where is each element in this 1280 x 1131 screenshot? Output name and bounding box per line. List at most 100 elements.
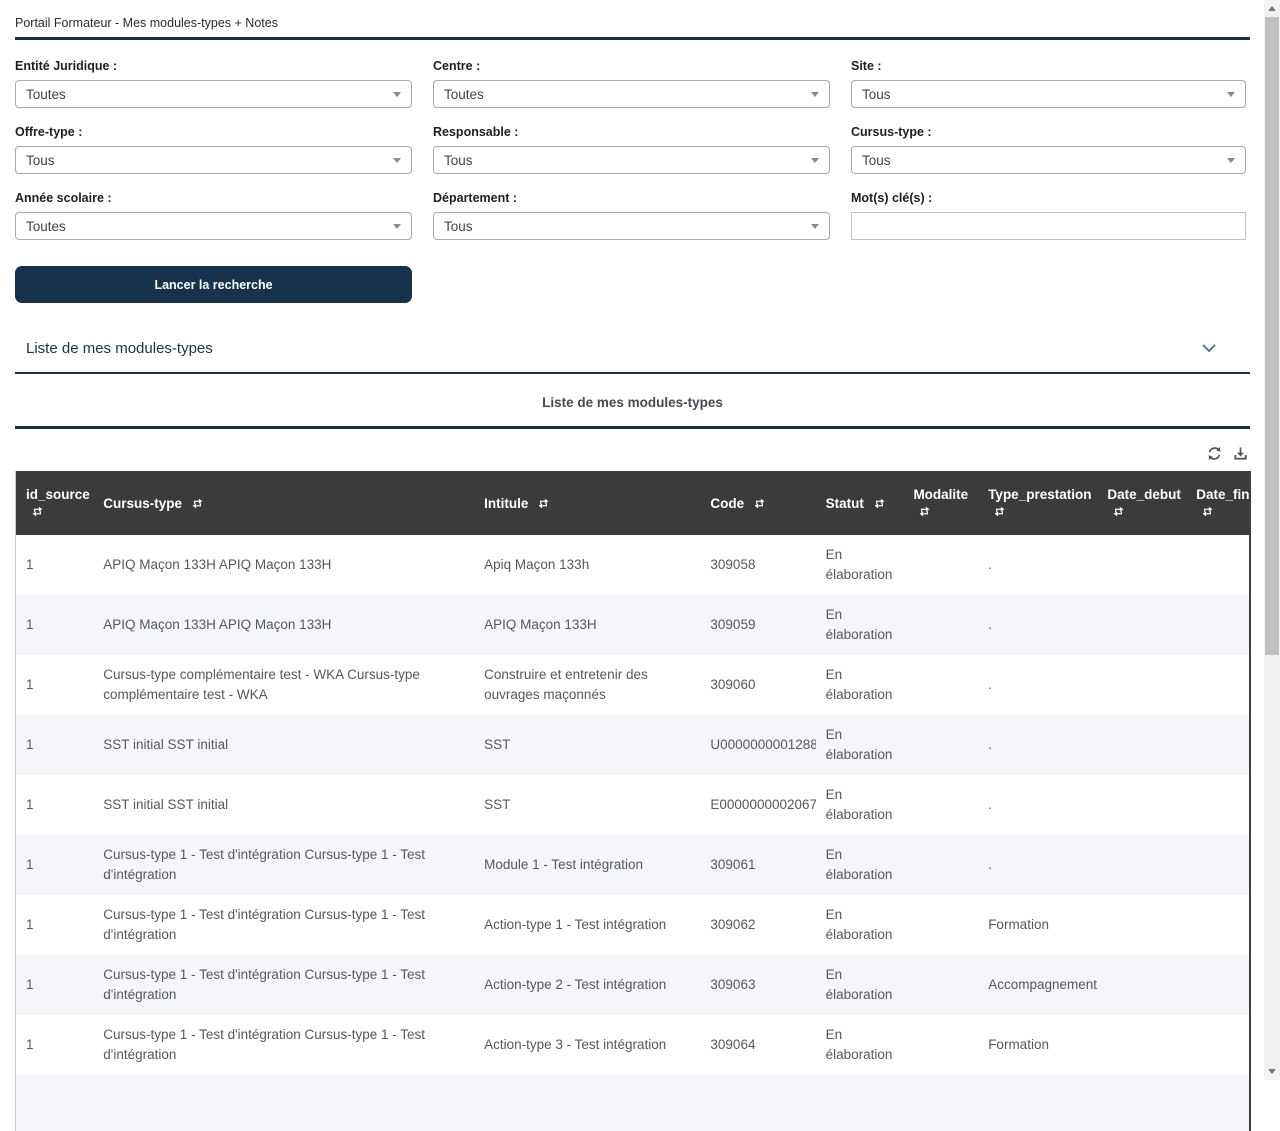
cell-modalite <box>903 775 978 835</box>
cell-id_source: 1 <box>16 775 94 835</box>
column-header-code[interactable]: Code <box>700 471 815 535</box>
filter-label: Responsable : <box>433 125 830 139</box>
cell-modalite <box>903 655 978 715</box>
cell-type_prestation: . <box>978 715 1097 775</box>
sort-icon <box>1113 506 1124 517</box>
column-header-cursus_type[interactable]: Cursus-type <box>93 471 474 535</box>
select-value: Toutes <box>26 219 66 234</box>
cell-code: 309064 <box>700 1015 815 1075</box>
cell-intitule: Module 1 - Test intégration <box>474 835 700 895</box>
cell-modalite <box>903 895 978 955</box>
chevron-down-icon <box>811 224 819 229</box>
filter-field-mots-cles: Mot(s) clé(s) : <box>851 191 1246 240</box>
chevron-down-icon[interactable] <box>1202 344 1216 353</box>
collapse-header[interactable]: Liste de mes modules-types <box>15 340 1250 374</box>
column-header-date_debut[interactable]: Date_debut <box>1097 471 1186 535</box>
select-value: Toutes <box>26 87 66 102</box>
cell-type_prestation: Accompagnement <box>978 955 1097 1015</box>
cell-cursus_type: APIQ Maçon 133H APIQ Maçon 133H <box>93 535 474 595</box>
entite-juridique-select[interactable]: Toutes <box>15 80 412 108</box>
cell-code: 309061 <box>700 835 815 895</box>
cell-date_fin <box>1186 835 1250 895</box>
download-icon <box>1233 446 1248 461</box>
cell-modalite <box>903 835 978 895</box>
select-value: Tous <box>444 219 473 234</box>
cell-code: 309059 <box>700 595 815 655</box>
cell-statut: En élaboration <box>816 595 904 655</box>
cell-id_source: 1 <box>16 1015 94 1075</box>
table-title-divider <box>15 426 1250 429</box>
filter-label: Entité Juridique : <box>15 59 412 73</box>
column-label: Code <box>710 496 748 511</box>
select-value: Tous <box>862 87 891 102</box>
table-body: 1 APIQ Maçon 133H APIQ Maçon 133HApiq Maç… <box>16 535 1251 1075</box>
column-label: Modalite <box>913 487 968 502</box>
chevron-down-icon <box>1227 158 1235 163</box>
sort-icon <box>1202 506 1213 517</box>
triangle-up-icon <box>1268 6 1276 11</box>
filter-field-entite-juridique: Entité Juridique : Toutes <box>15 59 412 108</box>
column-label: Date_debut <box>1107 487 1181 502</box>
table-row[interactable]: 1SST initial SST initialSSTE000000000206… <box>16 775 1251 835</box>
column-header-intitule[interactable]: Intitule <box>474 471 700 535</box>
cell-type_prestation: Formation <box>978 895 1097 955</box>
cell-cursus_type: Cursus-type 1 - Test d'intégration Cursu… <box>93 1015 474 1075</box>
annee-scolaire-select[interactable]: Toutes <box>15 212 412 240</box>
table-row[interactable]: 1APIQ Maçon 133H APIQ Maçon 133HAPIQ Maç… <box>16 595 1251 655</box>
cell-statut: En élaboration <box>816 655 904 715</box>
table-row[interactable]: 1Cursus-type 1 - Test d'intégration Curs… <box>16 955 1251 1015</box>
cell-date_debut <box>1097 955 1186 1015</box>
site-select[interactable]: Tous <box>851 80 1246 108</box>
table-row-partial <box>15 1075 1251 1131</box>
scrollbar-thumb[interactable] <box>1265 17 1279 655</box>
cell-type_prestation: . <box>978 655 1097 715</box>
table-row[interactable]: 1Cursus-type 1 - Test d'intégration Curs… <box>16 895 1251 955</box>
cell-intitule: SST <box>474 715 700 775</box>
vertical-scrollbar[interactable] <box>1264 0 1280 1080</box>
sort-icon <box>994 506 1005 517</box>
column-header-type_prestation[interactable]: Type_prestation <box>978 471 1097 535</box>
cell-date_fin <box>1186 715 1250 775</box>
modules-table: id_source Cursus-type Intitule Code Stat… <box>15 471 1251 1075</box>
filter-field-offre-type: Offre-type : Tous <box>15 125 412 174</box>
table-row[interactable]: 1APIQ Maçon 133H APIQ Maçon 133HApiq Maç… <box>16 535 1251 595</box>
cell-modalite <box>903 535 978 595</box>
cell-type_prestation: . <box>978 595 1097 655</box>
chevron-down-icon <box>811 92 819 97</box>
offre-type-select[interactable]: Tous <box>15 146 412 174</box>
scroll-up-button[interactable] <box>1264 0 1280 17</box>
cell-intitule: Apiq Maçon 133h <box>474 535 700 595</box>
refresh-button[interactable] <box>1207 446 1222 461</box>
cursus-type-select[interactable]: Tous <box>851 146 1246 174</box>
column-header-id_source[interactable]: id_source <box>16 471 94 535</box>
table-row[interactable]: 1Cursus-type 1 - Test d'intégration Curs… <box>16 1015 1251 1075</box>
departement-select[interactable]: Tous <box>433 212 830 240</box>
cell-date_debut <box>1097 895 1186 955</box>
download-button[interactable] <box>1233 446 1248 461</box>
filter-field-departement: Département :Tous <box>433 191 830 240</box>
cell-code: U00000000012885 <box>700 715 815 775</box>
table-row[interactable]: 1Cursus-type 1 - Test d'intégration Curs… <box>16 835 1251 895</box>
column-header-modalite[interactable]: Modalite <box>903 471 978 535</box>
scroll-down-button[interactable] <box>1264 1063 1280 1080</box>
column-header-statut[interactable]: Statut <box>816 471 904 535</box>
table-row[interactable]: 1SST initial SST initialSSTU000000000128… <box>16 715 1251 775</box>
chevron-down-icon <box>1227 92 1235 97</box>
cell-date_fin <box>1186 1015 1250 1075</box>
mots-cles-input[interactable] <box>851 212 1246 240</box>
centre-select[interactable]: Toutes <box>433 80 830 108</box>
cell-modalite <box>903 1015 978 1075</box>
cell-cursus_type: Cursus-type complémentaire test - WKA Cu… <box>93 655 474 715</box>
sort-icon <box>754 498 765 509</box>
cell-intitule: APIQ Maçon 133H <box>474 595 700 655</box>
sort-icon <box>32 506 43 517</box>
cell-date_fin <box>1186 655 1250 715</box>
collapse-title: Liste de mes modules-types <box>26 340 213 357</box>
filter-label: Offre-type : <box>15 125 412 139</box>
table-row[interactable]: 1Cursus-type complémentaire test - WKA C… <box>16 655 1251 715</box>
filters-grid: Entité Juridique :ToutesCentre :ToutesSi… <box>15 59 1250 240</box>
cell-intitule: Construire et entretenir des ouvrages ma… <box>474 655 700 715</box>
responsable-select[interactable]: Tous <box>433 146 830 174</box>
search-button[interactable]: Lancer la recherche <box>15 266 412 303</box>
column-header-date_fin[interactable]: Date_fin <box>1186 471 1250 535</box>
